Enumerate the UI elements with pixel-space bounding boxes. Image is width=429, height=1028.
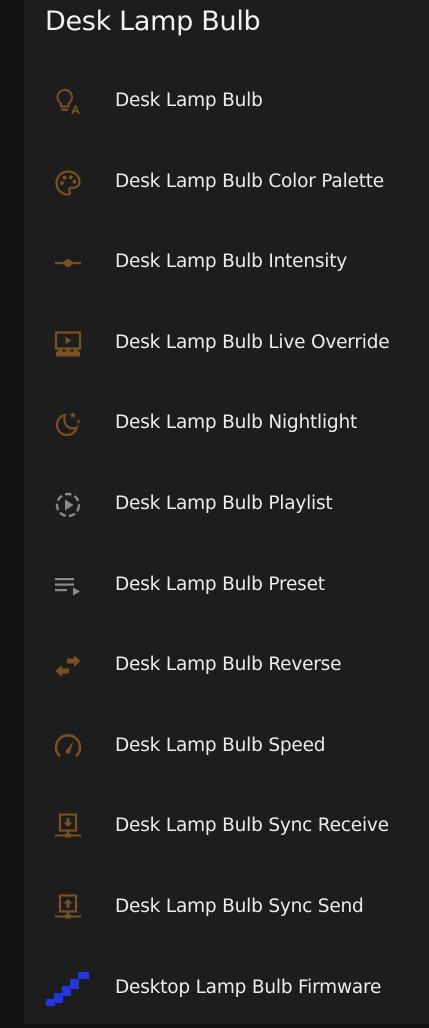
entity-label: Desk Lamp Bulb Reverse [115, 654, 342, 676]
list-item[interactable]: Desk Lamp Bulb Playlist [24, 464, 429, 545]
theater-icon [52, 329, 84, 359]
entity-label: Desk Lamp Bulb Preset [115, 573, 325, 595]
moon-stars-icon [52, 409, 84, 439]
playlist-play-icon [52, 571, 84, 601]
entity-label: Desk Lamp Bulb Color Palette [115, 170, 384, 192]
slider-icon [52, 248, 84, 278]
list-item[interactable]: Desk Lamp Bulb [24, 61, 429, 142]
palette-icon [52, 168, 84, 198]
list-item[interactable]: Desktop Lamp Bulb Firmware [24, 948, 429, 1028]
upload-network-icon [52, 893, 84, 923]
list-item[interactable]: Desk Lamp Bulb Sync Receive [24, 786, 429, 867]
entities-panel: Desk Lamp Bulb Desk Lamp Bulb Desk Lamp … [24, 0, 429, 1024]
list-item[interactable]: Desk Lamp Bulb Speed [24, 706, 429, 787]
list-item[interactable]: Desk Lamp Bulb Preset [24, 545, 429, 626]
play-circle-dashed-icon [52, 490, 84, 520]
entity-label: Desk Lamp Bulb Nightlight [115, 412, 358, 434]
list-item[interactable]: Desk Lamp Bulb Sync Send [24, 867, 429, 948]
entity-list: Desk Lamp Bulb Desk Lamp Bulb Color Pale… [24, 61, 429, 1028]
entity-label: Desktop Lamp Bulb Firmware [115, 976, 382, 998]
speedometer-icon [52, 732, 84, 762]
list-item[interactable]: Desk Lamp Bulb Nightlight [24, 383, 429, 464]
list-item[interactable]: Desk Lamp Bulb Reverse [24, 625, 429, 706]
entity-label: Desk Lamp Bulb Playlist [115, 492, 333, 514]
entity-label: Desk Lamp Bulb Sync Send [115, 895, 364, 917]
lightbulb-auto-icon [52, 87, 84, 117]
entity-label: Desk Lamp Bulb Intensity [115, 251, 348, 273]
entity-label: Desk Lamp Bulb Live Override [115, 331, 390, 353]
entity-label: Desk Lamp Bulb Speed [115, 734, 326, 756]
entity-label: Desk Lamp Bulb Sync Receive [115, 815, 389, 837]
firmware-stairs-icon [46, 971, 90, 1006]
swap-arrows-icon [52, 651, 84, 681]
entity-label: Desk Lamp Bulb [115, 90, 263, 111]
list-item[interactable]: Desk Lamp Bulb Color Palette [24, 142, 429, 223]
download-network-icon [52, 812, 84, 842]
list-item[interactable]: Desk Lamp Bulb Live Override [24, 303, 429, 384]
list-item[interactable]: Desk Lamp Bulb Intensity [24, 222, 429, 303]
sidebar-edge [0, 0, 24, 1024]
page-title: Desk Lamp Bulb [45, 6, 261, 37]
